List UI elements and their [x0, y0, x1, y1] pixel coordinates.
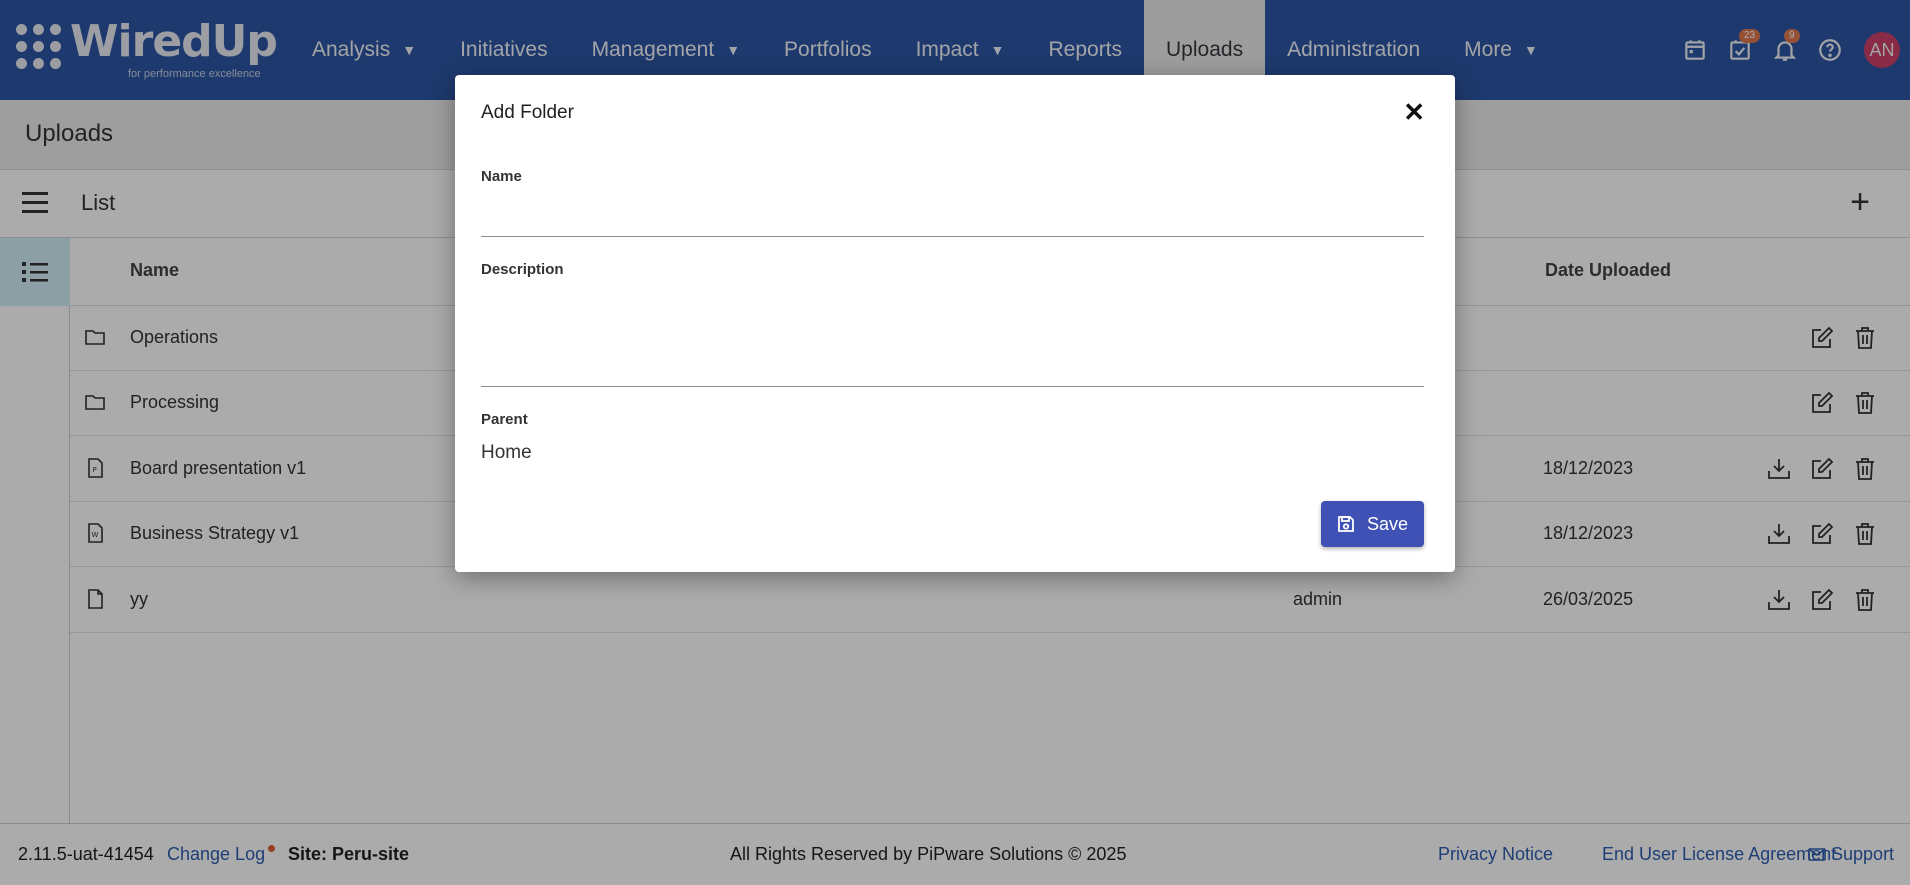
add-folder-dialog: Add Folder ✕ Name Description Parent Hom… — [455, 75, 1455, 572]
parent-value[interactable]: Home — [481, 442, 532, 464]
name-input[interactable] — [481, 200, 1424, 230]
parent-field-label: Parent — [481, 411, 528, 428]
description-underline — [481, 386, 1424, 387]
close-icon[interactable]: ✕ — [1403, 97, 1425, 128]
dialog-title: Add Folder — [481, 102, 574, 123]
save-button[interactable]: Save — [1321, 501, 1424, 547]
name-underline — [481, 236, 1424, 237]
name-field-label: Name — [481, 168, 522, 185]
save-label: Save — [1366, 513, 1409, 534]
description-field-label: Description — [481, 261, 564, 278]
description-input[interactable] — [481, 290, 1424, 380]
save-icon — [1338, 516, 1354, 532]
